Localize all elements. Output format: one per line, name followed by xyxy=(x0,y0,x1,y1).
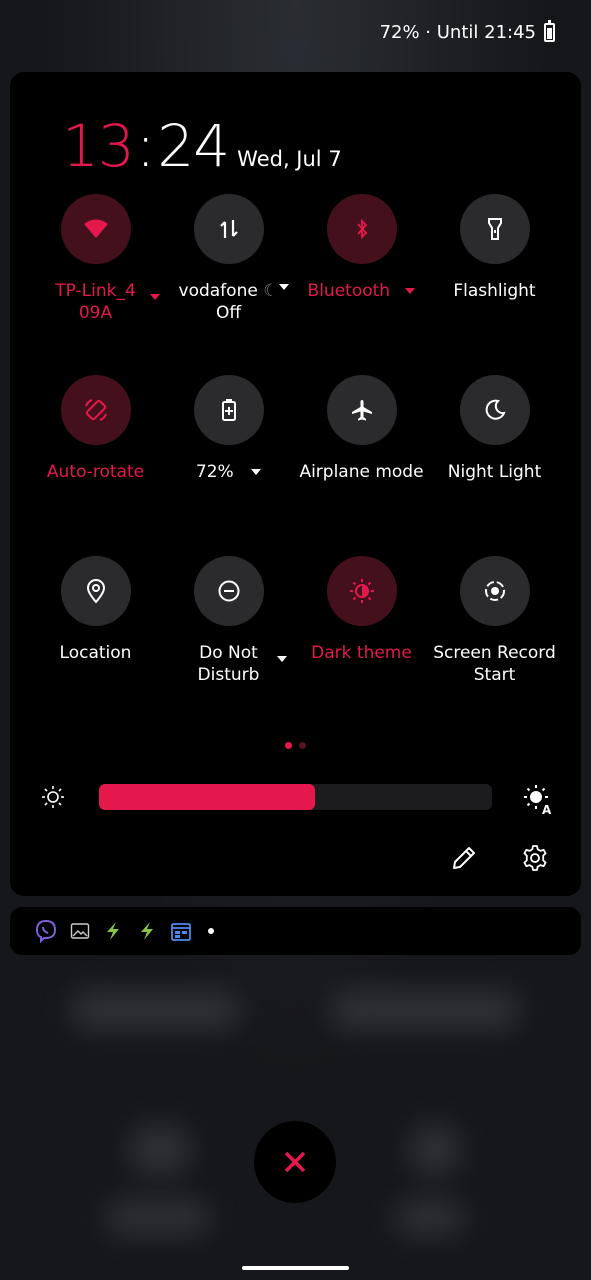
tile-battery-saver-button[interactable] xyxy=(193,375,264,445)
tile-battery-saver[interactable]: 72% xyxy=(162,375,295,483)
tile-location-button[interactable] xyxy=(60,556,131,626)
tile-mobile-data-label[interactable]: vodafone ☾ Off xyxy=(162,280,295,324)
brightness-slider-fill[interactable] xyxy=(99,784,316,810)
mobile-data-status: Off xyxy=(215,303,242,323)
tile-location[interactable]: Location xyxy=(29,556,162,664)
tile-wifi-button[interactable] xyxy=(60,194,131,264)
close-icon xyxy=(284,1151,306,1173)
tile-flashlight[interactable]: Flashlight xyxy=(428,194,561,302)
tile-airplane-mode-button[interactable] xyxy=(326,375,397,445)
more-dot-icon xyxy=(208,928,214,934)
blurred-app-icon xyxy=(130,1125,190,1175)
chevron-down-icon[interactable] xyxy=(251,469,262,475)
screen-record-icon xyxy=(484,581,505,601)
page-indicator xyxy=(285,742,306,749)
notification-icons-bar[interactable] xyxy=(10,907,581,955)
calendar-icon xyxy=(171,923,191,941)
location-icon xyxy=(86,579,105,604)
tile-dark-theme[interactable]: Dark theme xyxy=(295,556,428,664)
tile-dark-theme-label[interactable]: Dark theme xyxy=(295,642,428,664)
tile-mobile-data[interactable]: vodafone ☾ Off xyxy=(162,194,295,324)
wifi-network-name: TP-Link_4 09A xyxy=(55,281,136,323)
dnd-label-line2: Disturb xyxy=(197,665,260,685)
blurred-app-label xyxy=(395,1200,465,1235)
lightning-app-icon xyxy=(107,922,119,940)
tile-mobile-data-button[interactable] xyxy=(193,194,264,264)
clock-hours: 13 xyxy=(62,112,135,180)
tile-auto-rotate[interactable]: Auto-rotate xyxy=(29,375,162,483)
tile-screen-record-button[interactable] xyxy=(459,556,530,626)
blurred-app-icon xyxy=(410,1125,460,1175)
tile-dark-theme-button[interactable] xyxy=(326,556,397,626)
clock-minutes: 24 xyxy=(157,112,230,180)
auto-rotate-icon xyxy=(84,399,107,421)
auto-brightness-icon[interactable]: A xyxy=(522,783,554,815)
tile-do-not-disturb-label[interactable]: Do Not Disturb xyxy=(162,642,295,686)
edit-pencil-icon[interactable] xyxy=(450,844,478,872)
mobile-data-icon xyxy=(219,220,238,238)
tile-screen-record[interactable]: Screen Record Start xyxy=(428,556,561,686)
tile-auto-rotate-label[interactable]: Auto-rotate xyxy=(29,461,162,483)
tile-night-light[interactable]: Night Light xyxy=(428,375,561,483)
battery-percent: 72% xyxy=(195,462,234,482)
tile-bluetooth-button[interactable] xyxy=(326,194,397,264)
wifi-icon xyxy=(83,219,108,238)
battery-icon xyxy=(544,20,555,42)
lightning-app-icon xyxy=(141,922,153,940)
screen-record-line2: Start xyxy=(473,665,516,685)
tile-wifi[interactable]: TP-Link_4 09A xyxy=(29,194,162,324)
battery-saver-icon xyxy=(221,399,236,421)
brightness-slider[interactable] xyxy=(99,784,492,810)
bluetooth-icon xyxy=(356,218,367,240)
dark-theme-icon xyxy=(349,579,374,603)
tile-battery-label[interactable]: 72% xyxy=(162,461,295,483)
chevron-down-icon[interactable] xyxy=(150,294,160,300)
tile-night-light-button[interactable] xyxy=(459,375,530,445)
chevron-down-icon[interactable] xyxy=(279,284,289,290)
settings-gear-icon[interactable] xyxy=(521,844,549,872)
tile-bluetooth[interactable]: Bluetooth xyxy=(295,194,428,302)
carrier-name: vodafone xyxy=(178,281,258,301)
tile-wifi-label[interactable]: TP-Link_4 09A xyxy=(29,280,162,324)
moon-icon xyxy=(485,399,506,420)
blurred-app-label xyxy=(70,990,240,1030)
page-dot[interactable] xyxy=(299,742,306,749)
tile-flashlight-label[interactable]: Flashlight xyxy=(428,280,561,302)
tile-do-not-disturb[interactable]: Do Not Disturb xyxy=(162,556,295,686)
close-button[interactable] xyxy=(254,1121,336,1203)
flashlight-icon xyxy=(487,218,502,240)
tile-flashlight-button[interactable] xyxy=(459,194,530,264)
status-bar: 72% · Until 21:45 xyxy=(379,20,555,43)
airplane-icon xyxy=(351,400,372,421)
tile-screen-record-label[interactable]: Screen Record Start xyxy=(428,642,561,686)
chevron-down-icon[interactable] xyxy=(277,656,287,662)
clock-colon: : xyxy=(135,112,156,180)
quick-settings-panel: 13 : 24 Wed, Jul 7 TP-Link_4 09A vodafon… xyxy=(10,72,581,896)
do-not-disturb-icon xyxy=(218,580,239,602)
brightness-control: A xyxy=(10,780,581,820)
tile-night-light-label[interactable]: Night Light xyxy=(428,461,561,483)
brightness-low-icon xyxy=(42,786,64,808)
dnd-label-line1: Do Not xyxy=(199,643,258,663)
svg-text:A: A xyxy=(542,803,552,815)
page-dot-active[interactable] xyxy=(285,742,292,749)
bluetooth-label: Bluetooth xyxy=(307,281,391,301)
blurred-app-label xyxy=(105,1200,210,1235)
tile-airplane-mode[interactable]: Airplane mode xyxy=(295,375,428,483)
tile-do-not-disturb-button[interactable] xyxy=(193,556,264,626)
clock-date[interactable]: Wed, Jul 7 xyxy=(237,147,342,171)
viber-icon xyxy=(35,919,57,943)
gallery-icon xyxy=(70,923,90,939)
tile-airplane-mode-label[interactable]: Airplane mode xyxy=(295,461,428,483)
blurred-app-label xyxy=(330,990,520,1030)
tile-auto-rotate-button[interactable] xyxy=(60,375,131,445)
tile-bluetooth-label[interactable]: Bluetooth xyxy=(295,280,428,302)
home-gesture-bar[interactable] xyxy=(242,1266,349,1270)
battery-status-text: 72% · Until 21:45 xyxy=(379,22,536,43)
clock[interactable]: 13 : 24 Wed, Jul 7 xyxy=(62,112,342,180)
screen-record-line1: Screen Record xyxy=(433,643,556,663)
tile-location-label[interactable]: Location xyxy=(29,642,162,664)
chevron-down-icon[interactable] xyxy=(405,288,416,294)
